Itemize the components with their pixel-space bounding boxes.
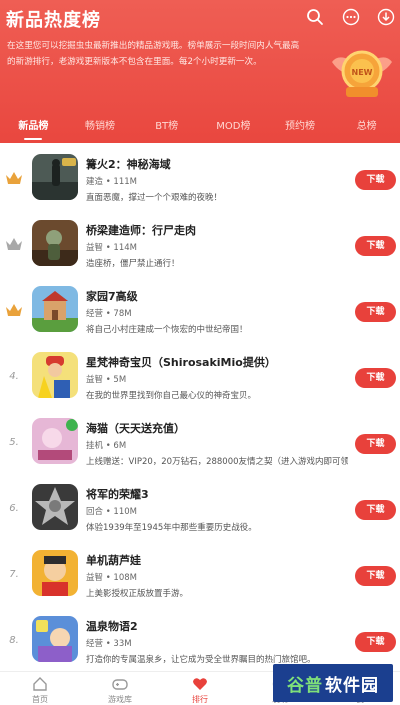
- bronze-crown-icon: [4, 300, 24, 320]
- tab-bestselling[interactable]: 畅销榜: [67, 112, 134, 143]
- tab-mod[interactable]: MOD榜: [200, 112, 267, 143]
- game-name[interactable]: 温泉物语2: [86, 618, 138, 634]
- download-button[interactable]: 下载: [355, 170, 396, 190]
- gamepad-icon: [112, 676, 128, 692]
- game-icon[interactable]: [32, 352, 78, 398]
- nav-label: 游戏库: [108, 695, 132, 704]
- list-item[interactable]: 桥梁建造师：行尸走肉 益智 • 114M 造座桥，僵尸禁止通行！ 下载: [0, 214, 400, 280]
- rank-tabs: 新品榜 畅销榜 BT榜 MOD榜 预约榜 总榜: [0, 112, 400, 143]
- rank-number: 6.: [9, 502, 19, 514]
- rank-number: 8.: [9, 634, 19, 646]
- gold-crown-icon: [4, 168, 24, 188]
- rank-number: 7.: [9, 568, 19, 580]
- silver-crown-icon: [4, 234, 24, 254]
- list-item[interactable]: 家园7高级 经营 • 78M 将自己小村庄建成一个恢宏的中世纪帝国！ 下载: [0, 280, 400, 346]
- list-item[interactable]: 6. 将军的荣耀3 回合 • 110M 体验1939年至1945年中那些重要历史…: [0, 478, 400, 544]
- game-name[interactable]: 篝火2：神秘海域: [86, 156, 171, 172]
- game-list: 篝火2：神秘海域 建造 • 111M 直面恶魔，撑过一个个艰难的夜晚！ 下载 桥…: [0, 143, 400, 671]
- game-desc: 上线赠送：VIP20，20万钻石，288000友情之契（进入游戏内即可领取）: [86, 457, 348, 467]
- game-name[interactable]: 星梵神奇宝贝（ShirosakiMio提供）: [86, 354, 276, 370]
- nav-game-library[interactable]: 游戏库: [80, 672, 160, 705]
- download-button[interactable]: 下载: [355, 500, 396, 520]
- game-meta: 益智 • 114M: [86, 243, 137, 253]
- tab-overall[interactable]: 总榜: [333, 112, 400, 143]
- watermark-first: 谷普: [287, 675, 323, 696]
- game-meta: 挂机 • 6M: [86, 441, 127, 451]
- game-desc: 上美影授权正版放置手游。: [86, 589, 189, 599]
- ranking-icon: [192, 676, 208, 692]
- download-button[interactable]: 下载: [355, 632, 396, 652]
- game-desc: 直面恶魔，撑过一个个艰难的夜晚！: [86, 193, 223, 203]
- game-meta: 经营 • 33M: [86, 639, 132, 649]
- page-title: 新品热度榜: [6, 10, 101, 31]
- game-icon[interactable]: [32, 286, 78, 332]
- header: 新品热度榜 在这里您可以挖掘虫虫最新推出的精品游戏哦。榜单展示一段时间内人气最高…: [0, 0, 400, 143]
- download-button[interactable]: 下载: [355, 302, 396, 322]
- home-icon: [32, 676, 48, 692]
- nav-label: 首页: [32, 695, 48, 704]
- game-desc: 在我的世界里找到你自己最心仪的神奇宝贝。: [86, 391, 257, 401]
- nav-ranking[interactable]: 排行: [160, 672, 240, 705]
- watermark-rest: 软件园: [325, 675, 379, 696]
- download-button[interactable]: 下载: [355, 434, 396, 454]
- list-item[interactable]: 4. 星梵神奇宝贝（ShirosakiMio提供） 益智 • 5M 在我的世界里…: [0, 346, 400, 412]
- list-item[interactable]: 篝火2：神秘海域 建造 • 111M 直面恶魔，撑过一个个艰难的夜晚！ 下载: [0, 148, 400, 214]
- game-icon[interactable]: [32, 154, 78, 200]
- game-name[interactable]: 桥梁建造师：行尸走肉: [86, 222, 196, 238]
- badge-text: NEW: [352, 68, 373, 77]
- download-manager-icon[interactable]: [376, 7, 396, 27]
- more-icon[interactable]: [341, 7, 361, 27]
- download-button[interactable]: 下载: [355, 566, 396, 586]
- game-desc: 体验1939年至1945年中那些重要历史战役。: [86, 523, 257, 533]
- game-desc: 造座桥，僵尸禁止通行！: [86, 259, 180, 269]
- list-item[interactable]: 8. 温泉物语2 经营 • 33M 打造你的专属温泉乡，让它成为受全世界瞩目的热…: [0, 610, 400, 671]
- list-item[interactable]: 7. 单机葫芦娃 益智 • 108M 上美影授权正版放置手游。 下载: [0, 544, 400, 610]
- rank-number: 4.: [9, 370, 19, 382]
- tab-bt[interactable]: BT榜: [133, 112, 200, 143]
- nav-label: 排行: [192, 695, 208, 704]
- game-icon[interactable]: [32, 418, 78, 464]
- game-icon[interactable]: [32, 550, 78, 596]
- download-button[interactable]: 下载: [355, 236, 396, 256]
- game-meta: 建造 • 111M: [86, 177, 137, 187]
- game-icon[interactable]: [32, 484, 78, 530]
- header-description: 在这里您可以挖掘虫虫最新推出的精品游戏哦。榜单展示一段时间内人气最高的新游排行，…: [7, 41, 300, 67]
- site-watermark: 谷普 软件园: [273, 664, 393, 702]
- game-meta: 回合 • 110M: [86, 507, 137, 517]
- game-meta: 经营 • 78M: [86, 309, 132, 319]
- game-icon[interactable]: [32, 616, 78, 662]
- nav-home[interactable]: 首页: [0, 672, 80, 705]
- game-name[interactable]: 家园7高级: [86, 288, 138, 304]
- game-name[interactable]: 海猫（天天送充值）: [86, 420, 185, 436]
- download-button[interactable]: 下载: [355, 368, 396, 388]
- game-meta: 益智 • 5M: [86, 375, 127, 385]
- game-name[interactable]: 单机葫芦娃: [86, 552, 141, 568]
- search-icon[interactable]: [305, 7, 325, 27]
- tab-reservation[interactable]: 预约榜: [267, 112, 334, 143]
- new-badge-icon: NEW: [328, 44, 396, 104]
- list-item[interactable]: 5. 海猫（天天送充值） 挂机 • 6M 上线赠送：VIP20，20万钻石，28…: [0, 412, 400, 478]
- game-name[interactable]: 将军的荣耀3: [86, 486, 149, 502]
- rank-number: 5.: [9, 436, 19, 448]
- game-desc: 将自己小村庄建成一个恢宏的中世纪帝国！: [86, 325, 248, 335]
- tab-new[interactable]: 新品榜: [0, 112, 67, 143]
- game-meta: 益智 • 108M: [86, 573, 137, 583]
- game-icon[interactable]: [32, 220, 78, 266]
